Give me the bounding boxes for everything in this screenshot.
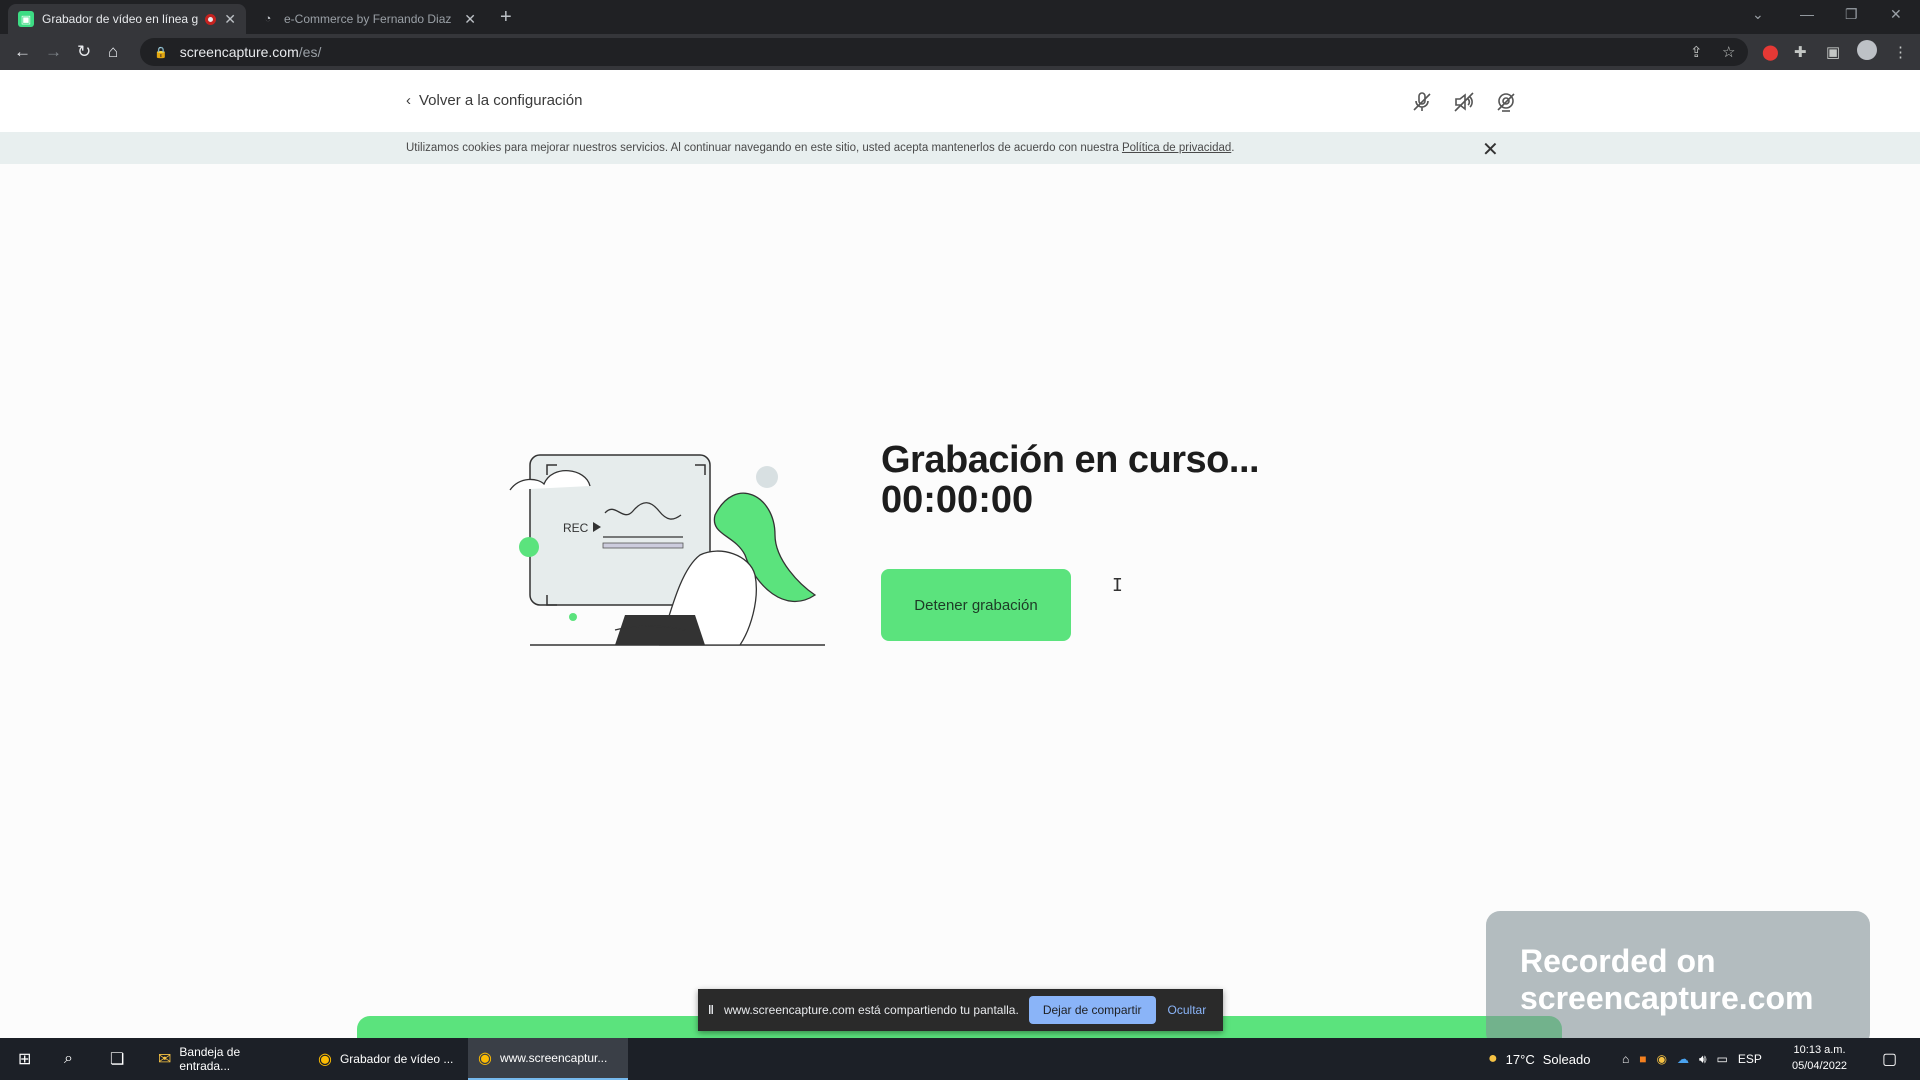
forward-arrow-icon[interactable]: → xyxy=(45,42,62,62)
chevron-left-icon: ‹ xyxy=(406,92,411,109)
back-label: Volver a la configuración xyxy=(419,92,583,109)
new-tab-button[interactable]: + xyxy=(500,6,512,29)
browser-tab-bar: ▣ Grabador de vídeo en línea g ✕ ◔ e-Com… xyxy=(0,0,1920,34)
mic-off-icon[interactable] xyxy=(1410,90,1434,114)
taskbar-item-label: Bandeja de entrada... xyxy=(179,1045,241,1073)
taskbar-item-chrome-1[interactable]: ◉ Grabador de vídeo ... xyxy=(308,1038,464,1080)
weather-widget[interactable]: ● 17°C Soleado xyxy=(1488,1038,1590,1080)
share-message: www.screencapture.com está compartiendo … xyxy=(723,1003,1019,1017)
network-icon[interactable]: ▭ xyxy=(1717,1052,1728,1066)
back-arrow-icon[interactable]: ← xyxy=(14,42,31,62)
taskbar-item-label: Grabador de vídeo ... xyxy=(339,1052,454,1066)
page-header: ‹ Volver a la configuración xyxy=(0,70,1920,132)
tab-title: e-Commerce by Fernando Diaz xyxy=(284,12,452,26)
text-cursor-icon: I xyxy=(1112,575,1123,596)
task-view-icon[interactable]: ❏ xyxy=(100,1038,134,1080)
watermark-line-1: Recorded on xyxy=(1520,943,1716,979)
reload-icon[interactable]: ↻ xyxy=(77,42,91,62)
windows-start-icon[interactable]: ⊞ xyxy=(8,1038,41,1080)
windows-taskbar: ⊞ ⌕ ❏ ✉ Bandeja de entrada... ◉ Grabador… xyxy=(0,1038,1920,1080)
taskbar-item-chrome-2[interactable]: ◉ www.screencaptur... xyxy=(468,1038,628,1080)
tab-title: Grabador de vídeo en línea g xyxy=(42,12,199,26)
address-bar[interactable]: 🔒 screencapture.com/es/ xyxy=(140,38,1748,66)
recorded-watermark: Recorded on screencapture.com xyxy=(1486,911,1870,1047)
weather-condition: Soleado xyxy=(1542,1051,1591,1067)
chrome-icon: ◉ xyxy=(318,1051,332,1068)
browser-toolbar: ← → ↻ ⌂ 🔒 screencapture.com/es/ ⇪ ☆ ⬤ ✚ … xyxy=(0,34,1920,70)
volume-icon[interactable]: 🔊︎ xyxy=(1699,1052,1707,1067)
taskbar-item-label: www.screencaptur... xyxy=(499,1051,608,1065)
hide-share-bar-button[interactable]: Ocultar xyxy=(1168,1003,1207,1017)
onedrive-icon[interactable]: ☁ xyxy=(1677,1052,1689,1066)
search-icon[interactable]: ⌕ xyxy=(54,1038,83,1080)
cookie-banner: Utilizamos cookies para mejorar nuestros… xyxy=(0,132,1920,164)
address-domain: screencapture.com xyxy=(179,44,299,60)
extensions-puzzle-icon[interactable]: ✚ xyxy=(1794,43,1807,61)
github-favicon-icon: ◔ xyxy=(264,13,272,25)
cookie-message: Utilizamos cookies para mejorar nuestros… xyxy=(406,142,1122,154)
tab-grabador[interactable]: ▣ Grabador de vídeo en línea g ✕ xyxy=(8,4,246,34)
close-tab-icon[interactable]: ✕ xyxy=(464,11,476,28)
clock-time: 10:13 a.m. xyxy=(1793,1044,1846,1056)
mail-icon: ✉ xyxy=(158,1051,172,1068)
extension-recorder-icon[interactable]: ⬤ xyxy=(1762,43,1779,61)
bookmark-star-icon[interactable]: ☆ xyxy=(1722,43,1735,61)
menu-kebab-icon[interactable]: ⋮ xyxy=(1893,43,1908,61)
privacy-policy-link[interactable]: Política de privacidad xyxy=(1122,142,1231,154)
stop-recording-button[interactable]: Detener grabación xyxy=(881,569,1071,641)
stop-sharing-button[interactable]: Dejar de compartir xyxy=(1028,996,1156,1024)
close-tab-icon[interactable]: ✕ xyxy=(224,11,236,28)
minimize-icon[interactable]: — xyxy=(1800,6,1814,22)
chrome-tray-icon[interactable]: ◉ xyxy=(1657,1052,1667,1066)
notifications-icon[interactable]: ▢ xyxy=(1872,1038,1907,1080)
close-window-icon[interactable]: ✕ xyxy=(1890,6,1902,23)
tab-ecommerce[interactable]: ◔ e-Commerce by Fernando Diaz ✕ xyxy=(250,4,486,34)
app-tray-icon[interactable]: ■ xyxy=(1639,1052,1646,1066)
recording-indicator-icon xyxy=(205,13,217,25)
taskbar-item-mail[interactable]: ✉ Bandeja de entrada... xyxy=(148,1038,304,1080)
weather-temp: 17°C xyxy=(1505,1051,1535,1067)
screencapture-favicon-icon: ▣ xyxy=(18,11,34,27)
recording-illustration: REC xyxy=(509,454,825,646)
share-icon[interactable]: ⇪ xyxy=(1690,43,1703,61)
recording-title: Grabación en curso... xyxy=(881,439,1260,481)
sun-icon: ● xyxy=(1488,1050,1498,1067)
recording-timer: 00:00:00 xyxy=(881,479,1034,521)
side-panel-icon[interactable]: ▣ xyxy=(1826,43,1840,61)
cookie-suffix: . xyxy=(1231,142,1235,154)
profile-avatar[interactable] xyxy=(1857,40,1877,60)
address-path: /es/ xyxy=(298,44,322,60)
recording-toggles xyxy=(1410,90,1518,114)
screen-share-bar: ‖ www.screencapture.com está compartiend… xyxy=(698,989,1223,1031)
watermark-line-2: screencapture.com xyxy=(1520,980,1814,1016)
drag-handle-icon[interactable]: ‖ xyxy=(708,1003,714,1017)
usb-icon[interactable]: ⌂ xyxy=(1622,1052,1629,1066)
cookie-text: Utilizamos cookies para mejorar nuestros… xyxy=(406,142,1234,154)
restore-icon[interactable]: ❐ xyxy=(1845,6,1858,23)
back-to-settings-link[interactable]: ‹ Volver a la configuración xyxy=(406,92,582,109)
lock-icon[interactable]: 🔒 xyxy=(154,46,168,59)
close-cookie-icon[interactable]: ✕ xyxy=(1482,137,1499,162)
tab-search-icon[interactable]: ⌄ xyxy=(1752,6,1764,23)
webcam-off-icon[interactable] xyxy=(1494,90,1518,114)
system-tray: ⌂ ■ ◉ ☁ 🔊︎ ▭ ESP xyxy=(1622,1038,1762,1080)
chrome-icon: ◉ xyxy=(478,1050,492,1067)
system-clock[interactable]: 10:13 a.m. 05/04/2022 xyxy=(1792,1042,1847,1074)
home-icon[interactable]: ⌂ xyxy=(108,42,118,62)
speaker-off-icon[interactable] xyxy=(1452,90,1476,114)
illustration-rec-label: REC xyxy=(563,521,589,535)
page-content: ‹ Volver a la configuración Utilizamos c… xyxy=(0,70,1920,1042)
clock-date: 05/04/2022 xyxy=(1792,1060,1848,1072)
language-indicator[interactable]: ESP xyxy=(1738,1052,1762,1066)
